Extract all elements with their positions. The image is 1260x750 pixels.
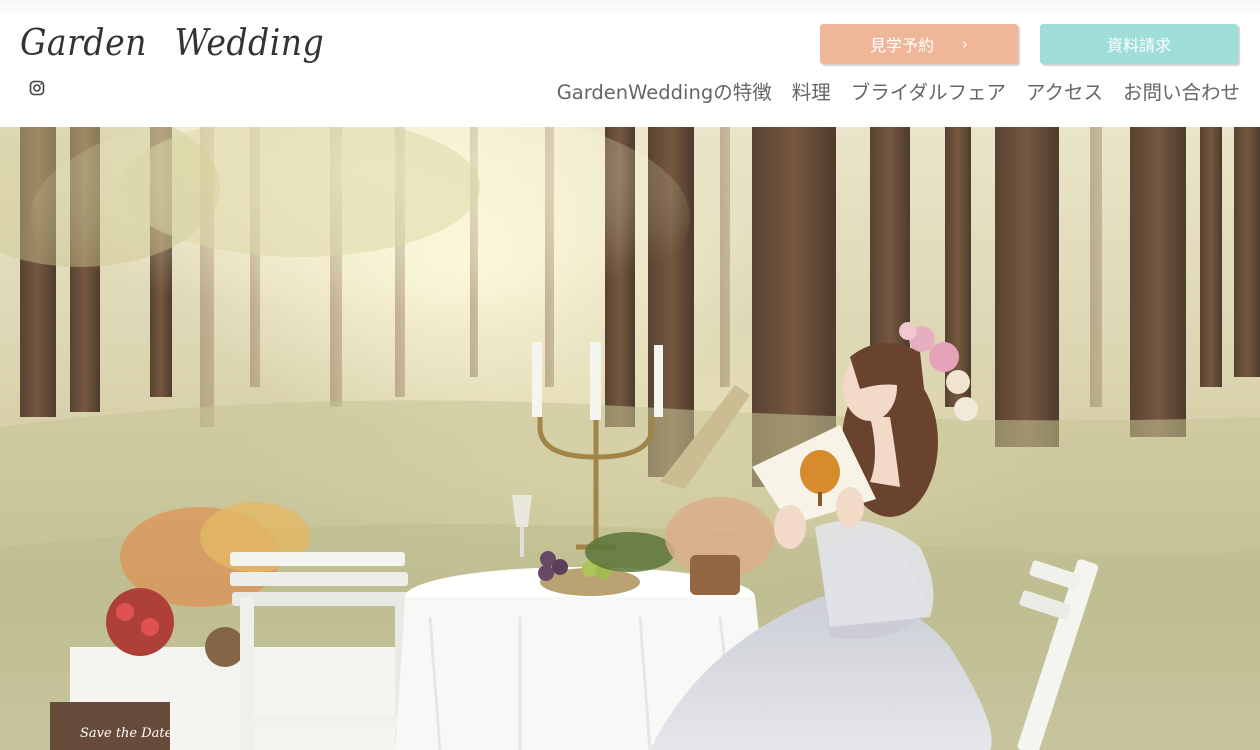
nav-item-contact[interactable]: お問い合わせ bbox=[1123, 78, 1240, 108]
hero-image: Save the Date bbox=[0, 127, 1260, 750]
site-header: Garden Wedding 見学予約 › 資料請求 GardenWeddingの… bbox=[0, 0, 1260, 127]
instagram-icon[interactable] bbox=[29, 80, 45, 96]
chevron-right-icon: › bbox=[962, 35, 968, 53]
nav-item-cuisine[interactable]: 料理 bbox=[792, 78, 831, 108]
nav-item-bridal-fair[interactable]: ブライダルフェア bbox=[851, 78, 1006, 108]
logo-word-wedding: Wedding bbox=[174, 23, 325, 64]
main-nav: GardenWeddingの特徴 料理 ブライダルフェア アクセス お問い合わせ bbox=[557, 78, 1240, 108]
visit-reservation-button[interactable]: 見学予約 › bbox=[820, 24, 1018, 64]
hero-illustration: Save the Date bbox=[0, 127, 1260, 750]
logo-word-garden: Garden bbox=[20, 23, 147, 64]
nav-item-features[interactable]: GardenWeddingの特徴 bbox=[557, 78, 772, 108]
request-brochure-label: 資料請求 bbox=[1106, 36, 1171, 55]
site-logo[interactable]: Garden Wedding bbox=[20, 18, 324, 70]
request-brochure-button[interactable]: 資料請求 bbox=[1040, 24, 1238, 64]
nav-item-access[interactable]: アクセス bbox=[1026, 78, 1103, 108]
visit-reservation-label: 見学予約 bbox=[869, 36, 934, 55]
